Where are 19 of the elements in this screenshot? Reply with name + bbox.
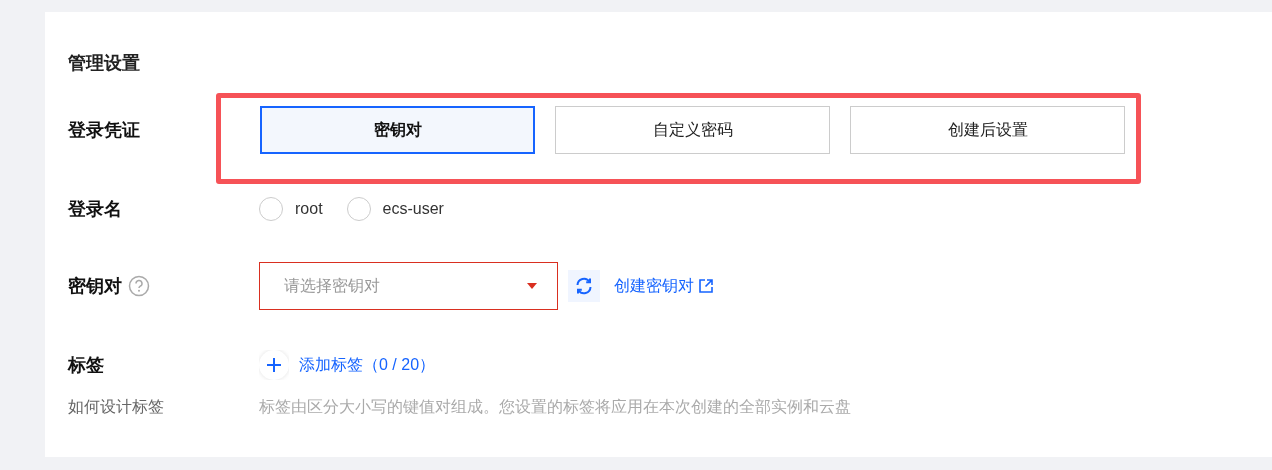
credential-tab[interactable]: 创建后设置 <box>850 106 1125 154</box>
refresh-button[interactable] <box>568 270 600 302</box>
hint-text: 标签由区分大小写的键值对组成。您设置的标签将应用在本次创建的全部实例和云盘 <box>259 397 851 417</box>
field-label: 密钥对 <box>68 274 122 298</box>
external-link-icon <box>698 278 714 294</box>
radio-option[interactable]: root <box>259 197 323 221</box>
radio-option[interactable]: ecs-user <box>346 197 444 221</box>
section-title: 管理设置 <box>68 52 141 75</box>
create-key-pair-link[interactable]: 创建密钥对 <box>614 274 714 298</box>
field-label: 登录凭证 <box>68 118 140 142</box>
help-icon[interactable] <box>128 275 150 297</box>
refresh-icon <box>574 276 594 296</box>
field-label: 标签 <box>68 353 104 377</box>
caret-icon <box>527 283 537 289</box>
credential-tab[interactable]: 自定义密码 <box>555 106 830 154</box>
help-link[interactable]: 如何设计标签 <box>68 398 164 415</box>
add-tag-button[interactable]: 添加标签（0 / 20） <box>259 350 436 380</box>
credential-tab[interactable]: 密钥对 <box>260 106 535 154</box>
field-label: 登录名 <box>68 197 122 221</box>
